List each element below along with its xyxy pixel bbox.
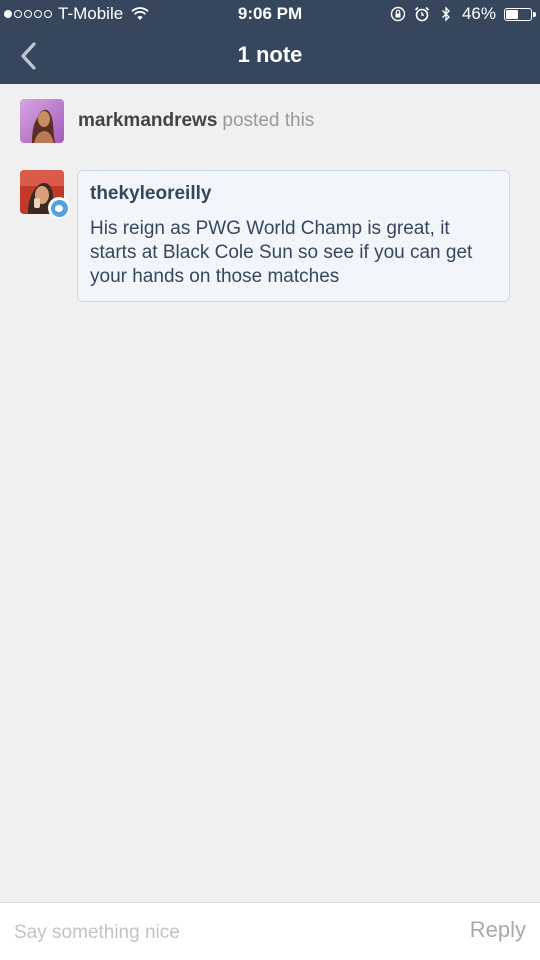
reply-badge [48, 197, 70, 219]
battery-percent: 46% [461, 4, 496, 23]
note-action: posted this [222, 110, 315, 131]
page-title: 1 note [237, 42, 303, 67]
nav-bar: 1 note [0, 28, 540, 84]
bluetooth-icon [442, 6, 450, 22]
avatar[interactable] [20, 99, 64, 143]
speech-bubble-icon [55, 204, 63, 212]
reply-button[interactable]: Reply [470, 917, 526, 943]
reply-input[interactable] [14, 917, 414, 949]
reply-bubble: thekyleoreilly His reign as PWG World Ch… [77, 170, 510, 302]
alarm-clock-icon [414, 6, 430, 22]
reply-avatar-wrap [20, 170, 70, 220]
post-line: markmandrews posted this [78, 110, 314, 132]
reply-text: His reign as PWG World Champ is great, i… [90, 218, 473, 287]
avatar-image [20, 99, 64, 143]
status-bar: T-Mobile 9:06 PM 46% [0, 0, 540, 28]
reply-username[interactable]: thekyleoreilly [90, 183, 497, 205]
battery-icon [504, 7, 536, 21]
status-right: 46% [390, 4, 536, 24]
note-item-post: markmandrews posted this [20, 99, 314, 143]
top-bar: T-Mobile 9:06 PM 46% 1 note [0, 0, 540, 84]
notes-screen: T-Mobile 9:06 PM 46% 1 note markmandrews… [0, 0, 540, 960]
reply-bar: Reply [0, 902, 540, 960]
note-username[interactable]: markmandrews [78, 110, 217, 131]
orientation-lock-icon [390, 6, 406, 22]
